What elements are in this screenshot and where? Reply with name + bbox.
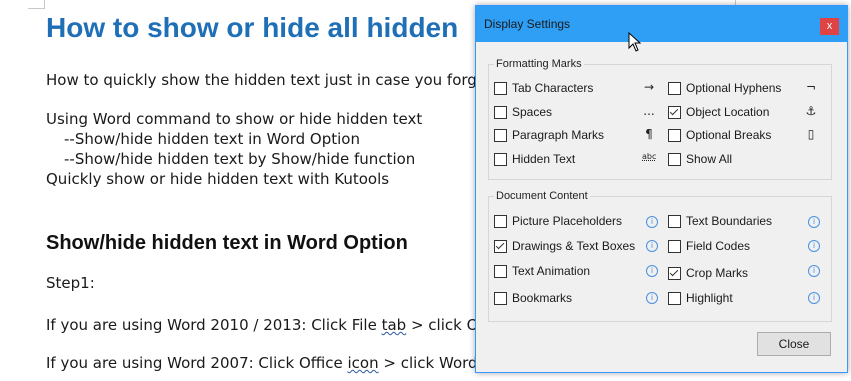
checkbox[interactable] xyxy=(668,214,681,228)
option-label: Hidden Text xyxy=(512,152,576,166)
option-text-animation[interactable]: Text Animation xyxy=(494,263,590,279)
checkbox[interactable] xyxy=(494,128,507,142)
info-icon[interactable]: i xyxy=(646,240,658,252)
option-label: Crop Marks xyxy=(686,266,749,280)
info-icon[interactable]: i xyxy=(646,265,658,277)
option-text-boundaries[interactable]: Text Boundaries xyxy=(668,213,772,229)
space-dots-icon: ... xyxy=(643,104,655,118)
mouse-cursor-icon xyxy=(628,32,642,52)
option-label: Optional Breaks xyxy=(686,128,772,142)
info-icon[interactable]: i xyxy=(808,240,820,252)
toc-item[interactable]: --Show/hide hidden text in Word Option xyxy=(64,130,360,148)
anchor-icon: ⚓ xyxy=(805,104,817,118)
option-show-all[interactable]: Show All xyxy=(668,151,732,167)
option-highlight[interactable]: Highlight xyxy=(668,290,733,306)
info-icon[interactable]: i xyxy=(808,216,820,228)
instruction-text: If you are using Word 2010 / 2013: Click… xyxy=(46,316,382,334)
dialog-title: Display Settings xyxy=(484,17,571,31)
close-button[interactable]: Close xyxy=(757,332,831,356)
checkbox[interactable] xyxy=(494,105,507,119)
spellcheck-word: tab xyxy=(381,316,407,334)
spellcheck-word: icon xyxy=(347,354,379,372)
formatting-marks-label: Formatting Marks xyxy=(494,58,584,70)
option-optional-hyphens[interactable]: Optional Hyphens xyxy=(668,80,781,96)
tab-arrow-icon: → xyxy=(643,80,655,94)
dialog-titlebar[interactable]: Display Settings x xyxy=(476,6,847,42)
info-icon[interactable]: i xyxy=(808,265,820,277)
checkbox[interactable] xyxy=(668,266,681,280)
checkbox[interactable] xyxy=(668,81,681,95)
checkbox[interactable] xyxy=(494,291,507,305)
instruction-2007: If you are using Word 2007: Click Office… xyxy=(46,354,540,372)
display-settings-dialog: Display Settings x Formatting Marks Tab … xyxy=(475,5,848,373)
option-tab-characters[interactable]: Tab Characters xyxy=(494,80,593,96)
option-label: Optional Hyphens xyxy=(686,81,782,95)
option-label: Picture Placeholders xyxy=(512,214,623,228)
checkbox[interactable] xyxy=(494,214,507,228)
option-label: Show All xyxy=(686,152,733,166)
page-crop-mark xyxy=(28,0,45,9)
option-label: Bookmarks xyxy=(512,291,573,305)
option-label: Paragraph Marks xyxy=(512,128,605,142)
checkbox[interactable] xyxy=(494,81,507,95)
option-crop-marks[interactable]: Crop Marks xyxy=(668,265,748,281)
option-drawings-text-boxes[interactable]: Drawings & Text Boxes xyxy=(494,238,635,254)
info-icon[interactable]: i xyxy=(646,216,658,228)
option-spaces[interactable]: Spaces xyxy=(494,104,552,120)
option-optional-breaks[interactable]: Optional Breaks xyxy=(668,127,771,143)
option-label: Field Codes xyxy=(686,239,751,253)
intro-paragraph: How to quickly show the hidden text just… xyxy=(46,71,545,89)
checkbox[interactable] xyxy=(668,128,681,142)
checkbox[interactable] xyxy=(494,239,507,253)
option-label: Highlight xyxy=(686,291,733,305)
option-label: Spaces xyxy=(512,105,553,119)
checkbox[interactable] xyxy=(668,105,681,119)
optional-hyphen-icon: ¬ xyxy=(805,80,817,94)
toc-item[interactable]: Quickly show or hide hidden text with Ku… xyxy=(46,170,389,188)
optional-break-icon: ▯ xyxy=(807,127,815,141)
option-label: Tab Characters xyxy=(512,81,594,95)
instruction-2010: If you are using Word 2010 / 2013: Click… xyxy=(46,316,524,334)
option-label: Text Animation xyxy=(512,264,591,278)
option-label: Object Location xyxy=(686,105,770,119)
option-hidden-text[interactable]: Hidden Text xyxy=(494,151,575,167)
toc-item[interactable]: --Show/hide hidden text by Show/hide fun… xyxy=(64,150,415,168)
option-picture-placeholders[interactable]: Picture Placeholders xyxy=(494,213,622,229)
option-object-location[interactable]: Object Location xyxy=(668,104,769,120)
checkbox[interactable] xyxy=(494,152,507,166)
step-label: Step1: xyxy=(46,274,95,292)
pilcrow-icon: ¶ xyxy=(645,127,653,141)
info-icon[interactable]: i xyxy=(808,292,820,304)
toc-item[interactable]: Using Word command to show or hide hidde… xyxy=(46,110,422,128)
section-heading: Show/hide hidden text in Word Option xyxy=(46,232,408,254)
option-field-codes[interactable]: Field Codes xyxy=(668,238,750,254)
article-title: How to show or hide all hidden xyxy=(46,12,459,43)
checkbox[interactable] xyxy=(668,291,681,305)
close-icon[interactable]: x xyxy=(820,18,839,35)
info-icon[interactable]: i xyxy=(646,292,658,304)
hidden-text-icon: abc xyxy=(642,152,657,161)
checkbox[interactable] xyxy=(668,239,681,253)
instruction-text: If you are using Word 2007: Click Office xyxy=(46,354,348,372)
option-label: Drawings & Text Boxes xyxy=(512,239,636,253)
checkbox[interactable] xyxy=(668,152,681,166)
option-paragraph-marks[interactable]: Paragraph Marks xyxy=(494,127,604,143)
checkbox[interactable] xyxy=(494,264,507,278)
option-bookmarks[interactable]: Bookmarks xyxy=(494,290,572,306)
document-content-label: Document Content xyxy=(494,190,590,202)
option-label: Text Boundaries xyxy=(686,214,773,228)
